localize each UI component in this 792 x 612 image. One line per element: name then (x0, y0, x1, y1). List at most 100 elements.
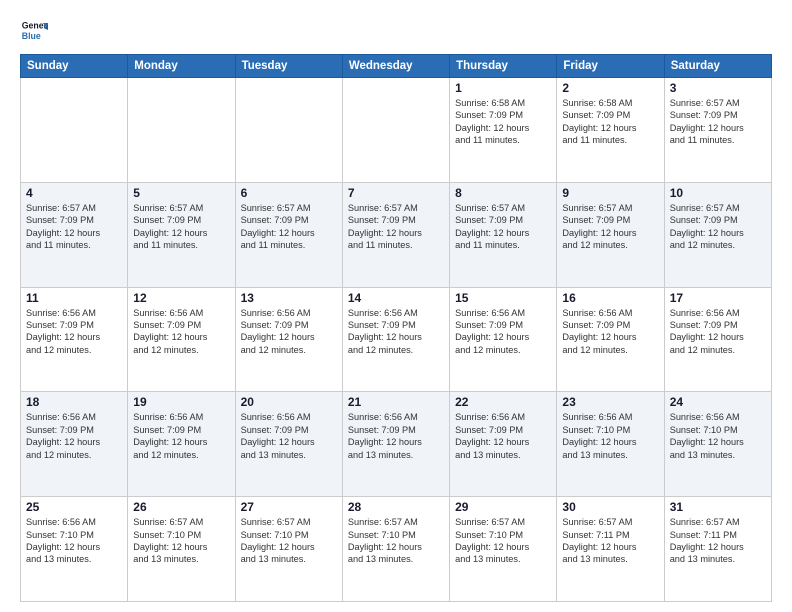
day-number: 16 (562, 291, 658, 305)
day-cell: 21Sunrise: 6:56 AM Sunset: 7:09 PM Dayli… (342, 392, 449, 497)
day-info: Sunrise: 6:56 AM Sunset: 7:09 PM Dayligh… (26, 307, 122, 357)
day-number: 14 (348, 291, 444, 305)
day-number: 17 (670, 291, 766, 305)
day-cell: 31 Sunrise: 6:57 AM Sunset: 7:11 PM Dayli… (664, 497, 771, 602)
day-cell: 10 Sunrise: 6:57 AM Sunset: 7:09 PM Dayli… (664, 182, 771, 287)
day-cell: 4 Sunrise: 6:57 AM Sunset: 7:09 PM Daylig… (21, 182, 128, 287)
day-cell: 26 Sunrise: 6:57 AM Sunset: 7:10 PM Dayli… (128, 497, 235, 602)
day-info: Sunrise: 6:56 AM Sunset: 7:09 PM Dayligh… (133, 411, 229, 461)
day-info: Sunrise: 6:56 AM Sunset: 7:09 PM Dayligh… (348, 411, 444, 461)
day-info: Sunrise: 6:57 AM Sunset: 7:10 PM Dayligh… (455, 516, 551, 566)
day-cell: 11Sunrise: 6:56 AM Sunset: 7:09 PM Dayli… (21, 287, 128, 392)
day-info: Sunrise: 6:56 AM Sunset: 7:10 PM Dayligh… (670, 411, 766, 461)
day-cell: 3 Sunrise: 6:57 AM Sunset: 7:09 PM Daylig… (664, 78, 771, 183)
day-info: Sunrise: 6:58 AM Sunset: 7:09 PM Dayligh… (455, 97, 551, 147)
day-cell: 1 Sunrise: 6:58 AM Sunset: 7:09 PM Daylig… (450, 78, 557, 183)
day-number: 28 (348, 500, 444, 514)
day-info: Sunrise: 6:57 AM Sunset: 7:09 PM Dayligh… (26, 202, 122, 252)
day-number: 10 (670, 186, 766, 200)
day-cell: 24 Sunrise: 6:56 AM Sunset: 7:10 PM Dayli… (664, 392, 771, 497)
day-cell: 13 Sunrise: 6:56 AM Sunset: 7:09 PM Dayli… (235, 287, 342, 392)
day-info: Sunrise: 6:57 AM Sunset: 7:10 PM Dayligh… (348, 516, 444, 566)
day-cell: 29 Sunrise: 6:57 AM Sunset: 7:10 PM Dayli… (450, 497, 557, 602)
day-info: Sunrise: 6:57 AM Sunset: 7:09 PM Dayligh… (455, 202, 551, 252)
day-info: Sunrise: 6:57 AM Sunset: 7:09 PM Dayligh… (670, 97, 766, 147)
day-number: 5 (133, 186, 229, 200)
day-number: 13 (241, 291, 337, 305)
day-info: Sunrise: 6:56 AM Sunset: 7:09 PM Dayligh… (455, 307, 551, 357)
day-number: 27 (241, 500, 337, 514)
week-row-4: 25Sunrise: 6:56 AM Sunset: 7:10 PM Dayli… (21, 497, 772, 602)
day-cell (342, 78, 449, 183)
day-cell (128, 78, 235, 183)
day-info: Sunrise: 6:57 AM Sunset: 7:10 PM Dayligh… (241, 516, 337, 566)
day-info: Sunrise: 6:57 AM Sunset: 7:09 PM Dayligh… (133, 202, 229, 252)
weekday-header-monday: Monday (128, 55, 235, 78)
calendar-header: SundayMondayTuesdayWednesdayThursdayFrid… (21, 55, 772, 78)
day-info: Sunrise: 6:57 AM Sunset: 7:09 PM Dayligh… (348, 202, 444, 252)
weekday-header-thursday: Thursday (450, 55, 557, 78)
day-number: 8 (455, 186, 551, 200)
day-cell: 8 Sunrise: 6:57 AM Sunset: 7:09 PM Daylig… (450, 182, 557, 287)
day-number: 12 (133, 291, 229, 305)
day-number: 31 (670, 500, 766, 514)
day-cell (235, 78, 342, 183)
weekday-header-sunday: Sunday (21, 55, 128, 78)
day-cell: 22 Sunrise: 6:56 AM Sunset: 7:09 PM Dayli… (450, 392, 557, 497)
day-number: 7 (348, 186, 444, 200)
weekday-header-wednesday: Wednesday (342, 55, 449, 78)
day-info: Sunrise: 6:57 AM Sunset: 7:09 PM Dayligh… (670, 202, 766, 252)
calendar-body: 1 Sunrise: 6:58 AM Sunset: 7:09 PM Daylig… (21, 78, 772, 602)
day-number: 15 (455, 291, 551, 305)
weekday-header-tuesday: Tuesday (235, 55, 342, 78)
day-cell: 19 Sunrise: 6:56 AM Sunset: 7:09 PM Dayli… (128, 392, 235, 497)
day-cell: 9 Sunrise: 6:57 AM Sunset: 7:09 PM Daylig… (557, 182, 664, 287)
week-row-0: 1 Sunrise: 6:58 AM Sunset: 7:09 PM Daylig… (21, 78, 772, 183)
day-cell: 23 Sunrise: 6:56 AM Sunset: 7:10 PM Dayli… (557, 392, 664, 497)
day-number: 26 (133, 500, 229, 514)
day-info: Sunrise: 6:56 AM Sunset: 7:10 PM Dayligh… (562, 411, 658, 461)
day-info: Sunrise: 6:56 AM Sunset: 7:09 PM Dayligh… (241, 307, 337, 357)
calendar-table: SundayMondayTuesdayWednesdayThursdayFrid… (20, 54, 772, 602)
day-cell: 27 Sunrise: 6:57 AM Sunset: 7:10 PM Dayli… (235, 497, 342, 602)
day-info: Sunrise: 6:56 AM Sunset: 7:10 PM Dayligh… (26, 516, 122, 566)
day-info: Sunrise: 6:56 AM Sunset: 7:09 PM Dayligh… (133, 307, 229, 357)
day-number: 23 (562, 395, 658, 409)
day-info: Sunrise: 6:57 AM Sunset: 7:11 PM Dayligh… (562, 516, 658, 566)
day-number: 2 (562, 81, 658, 95)
day-cell: 16 Sunrise: 6:56 AM Sunset: 7:09 PM Dayli… (557, 287, 664, 392)
day-number: 1 (455, 81, 551, 95)
day-info: Sunrise: 6:56 AM Sunset: 7:09 PM Dayligh… (241, 411, 337, 461)
day-number: 22 (455, 395, 551, 409)
day-number: 3 (670, 81, 766, 95)
day-cell: 6 Sunrise: 6:57 AM Sunset: 7:09 PM Daylig… (235, 182, 342, 287)
day-info: Sunrise: 6:57 AM Sunset: 7:09 PM Dayligh… (562, 202, 658, 252)
day-info: Sunrise: 6:56 AM Sunset: 7:09 PM Dayligh… (26, 411, 122, 461)
day-info: Sunrise: 6:56 AM Sunset: 7:09 PM Dayligh… (455, 411, 551, 461)
day-number: 6 (241, 186, 337, 200)
day-info: Sunrise: 6:57 AM Sunset: 7:11 PM Dayligh… (670, 516, 766, 566)
day-cell: 28 Sunrise: 6:57 AM Sunset: 7:10 PM Dayli… (342, 497, 449, 602)
day-info: Sunrise: 6:56 AM Sunset: 7:09 PM Dayligh… (348, 307, 444, 357)
day-cell (21, 78, 128, 183)
day-info: Sunrise: 6:57 AM Sunset: 7:10 PM Dayligh… (133, 516, 229, 566)
header-row: SundayMondayTuesdayWednesdayThursdayFrid… (21, 55, 772, 78)
day-info: Sunrise: 6:56 AM Sunset: 7:09 PM Dayligh… (562, 307, 658, 357)
day-cell: 2Sunrise: 6:58 AM Sunset: 7:09 PM Daylig… (557, 78, 664, 183)
day-cell: 14 Sunrise: 6:56 AM Sunset: 7:09 PM Dayli… (342, 287, 449, 392)
week-row-2: 11Sunrise: 6:56 AM Sunset: 7:09 PM Dayli… (21, 287, 772, 392)
day-number: 9 (562, 186, 658, 200)
page: General Blue SundayMondayTuesdayWednesda… (0, 0, 792, 612)
day-number: 4 (26, 186, 122, 200)
week-row-1: 4 Sunrise: 6:57 AM Sunset: 7:09 PM Daylig… (21, 182, 772, 287)
weekday-header-friday: Friday (557, 55, 664, 78)
day-number: 19 (133, 395, 229, 409)
day-cell: 18Sunrise: 6:56 AM Sunset: 7:09 PM Dayli… (21, 392, 128, 497)
day-cell: 30 Sunrise: 6:57 AM Sunset: 7:11 PM Dayli… (557, 497, 664, 602)
svg-text:Blue: Blue (22, 31, 41, 41)
day-info: Sunrise: 6:57 AM Sunset: 7:09 PM Dayligh… (241, 202, 337, 252)
logo-icon: General Blue (20, 16, 48, 44)
day-number: 30 (562, 500, 658, 514)
day-number: 29 (455, 500, 551, 514)
day-number: 24 (670, 395, 766, 409)
